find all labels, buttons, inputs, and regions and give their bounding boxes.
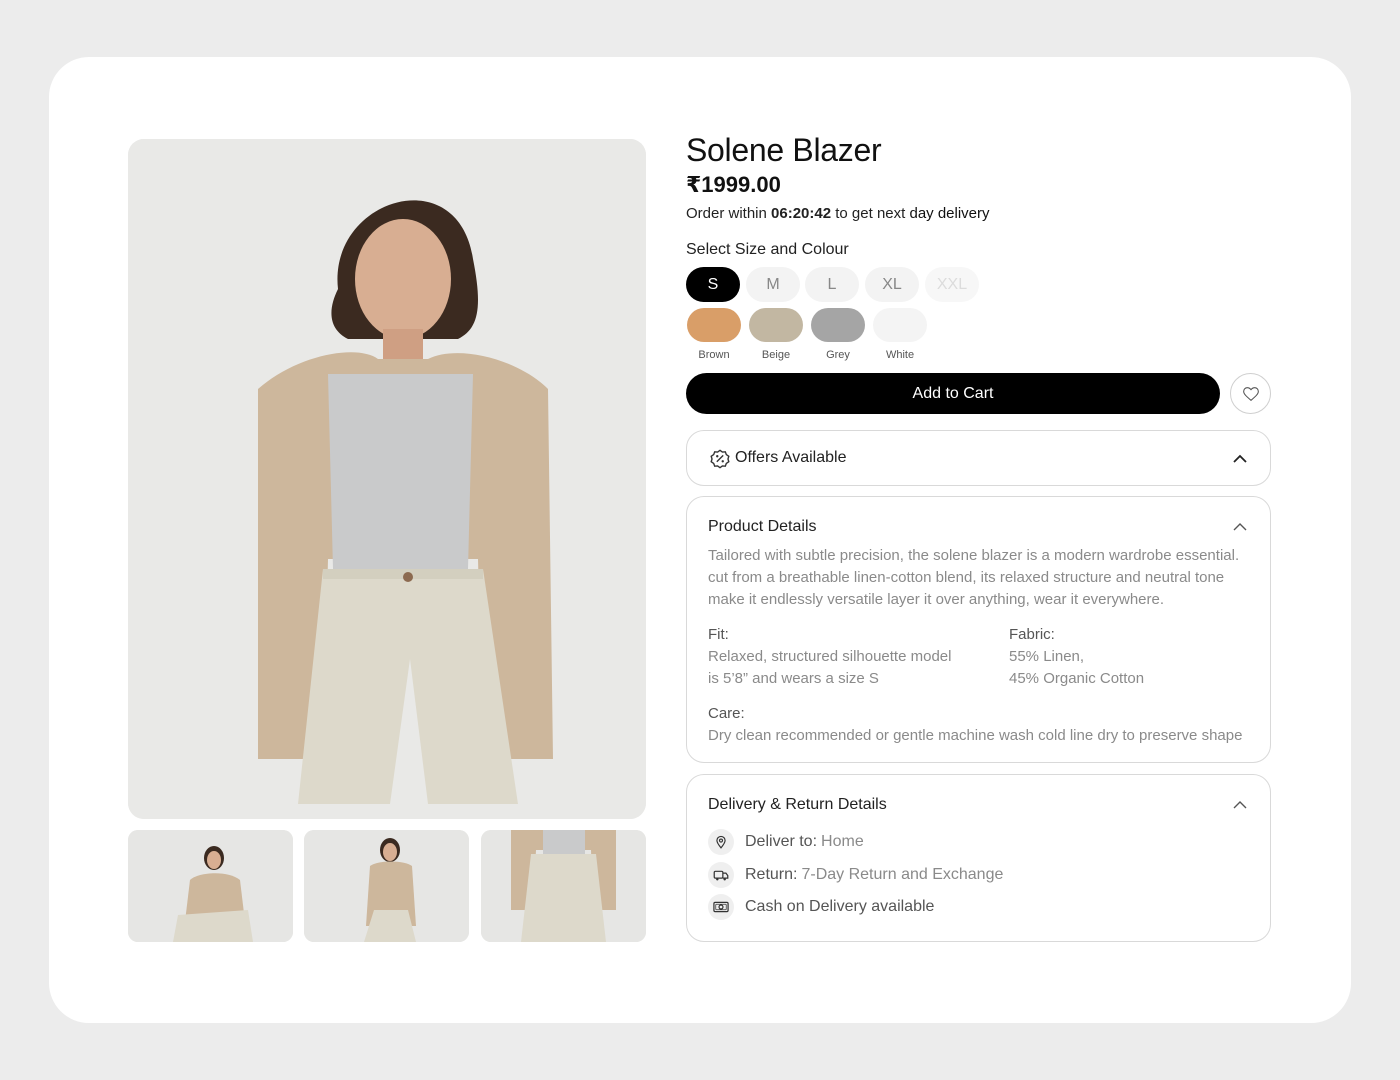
- chevron-up-icon[interactable]: [1232, 797, 1248, 813]
- colour-label-grey: Grey: [826, 349, 850, 361]
- wishlist-button[interactable]: [1230, 373, 1271, 414]
- size-option-m[interactable]: M: [746, 267, 800, 302]
- model-illustration: [128, 139, 646, 819]
- product-title: Solene Blazer: [686, 132, 882, 168]
- heart-icon: [1242, 386, 1259, 401]
- colour-swatch-brown[interactable]: [687, 308, 741, 342]
- product-details-title: Product Details: [708, 518, 817, 535]
- size-option-l[interactable]: L: [805, 267, 859, 302]
- fit-label: Fit:: [708, 626, 729, 643]
- return-label: Return:: [745, 866, 798, 883]
- colour-label-brown: Brown: [698, 349, 730, 361]
- deliver-to-row[interactable]: Deliver to: Home: [708, 829, 864, 855]
- fabric-line-1: 55% Linen,: [1009, 648, 1085, 665]
- fit-line-2: is 5’8” and wears a size S: [708, 670, 879, 687]
- size-option-xl[interactable]: XL: [865, 267, 919, 302]
- delivery-countdown: 06:20:42: [771, 205, 832, 222]
- fit-line-1: Relaxed, structured silhouette model: [708, 648, 952, 665]
- deliver-to-value: Home: [821, 833, 864, 850]
- cod-row: Cash on Delivery available: [708, 894, 934, 920]
- product-price: ₹1999.00: [686, 172, 781, 197]
- colour-label-beige: Beige: [761, 349, 791, 361]
- fabric-label: Fabric:: [1009, 626, 1055, 643]
- product-description: Tailored with subtle precision, the sole…: [708, 547, 1240, 608]
- delivery-emphasis: day delivery: [909, 205, 990, 222]
- delivery-middle: to get next: [835, 205, 906, 222]
- thumbnail-2[interactable]: [304, 830, 469, 942]
- delivery-countdown-notice: Order within 06:20:42 to get next day de…: [686, 205, 990, 222]
- colour-swatch-white[interactable]: [873, 308, 927, 342]
- size-option-s[interactable]: S: [686, 267, 740, 302]
- thumbnail-3[interactable]: [481, 830, 646, 942]
- chevron-up-icon[interactable]: [1232, 451, 1248, 467]
- delivery-returns-title: Delivery & Return Details: [708, 796, 887, 813]
- return-truck-icon: [708, 862, 734, 888]
- fabric-line-2: 45% Organic Cotton: [1009, 670, 1145, 687]
- deliver-to-label: Deliver to:: [745, 833, 818, 850]
- discount-badge-icon: [710, 449, 730, 469]
- size-colour-label: Select Size and Colour: [686, 241, 849, 258]
- offers-label: Offers Available: [735, 449, 847, 466]
- thumbnail-1[interactable]: [128, 830, 293, 942]
- cod-label: Cash on Delivery available: [745, 898, 935, 915]
- chevron-up-icon[interactable]: [1232, 519, 1248, 535]
- location-pin-icon: [708, 829, 734, 855]
- cash-icon: [708, 894, 734, 920]
- colour-swatch-beige[interactable]: [749, 308, 803, 342]
- thumbnail-1-image: [128, 830, 293, 942]
- offers-panel[interactable]: Offers Available: [686, 430, 1271, 486]
- return-value: 7-Day Return and Exchange: [801, 866, 1004, 883]
- thumbnail-3-image: [481, 830, 646, 942]
- colour-swatch-grey[interactable]: [811, 308, 865, 342]
- thumbnail-2-image: [304, 830, 469, 942]
- delivery-prefix: Order within: [686, 205, 767, 222]
- add-to-cart-button[interactable]: Add to Cart: [686, 373, 1220, 414]
- product-details-panel: Product Details Tailored with subtle pre…: [686, 496, 1271, 763]
- return-row: Return: 7-Day Return and Exchange: [708, 862, 1003, 888]
- care-label: Care:: [708, 705, 745, 722]
- size-option-xxl[interactable]: XXL: [925, 267, 979, 302]
- main-product-photo[interactable]: [128, 139, 646, 819]
- care-value: Dry clean recommended or gentle machine …: [708, 727, 1243, 744]
- delivery-returns-panel: Delivery & Return Details Deliver to: Ho…: [686, 774, 1271, 942]
- colour-label-white: White: [885, 349, 915, 361]
